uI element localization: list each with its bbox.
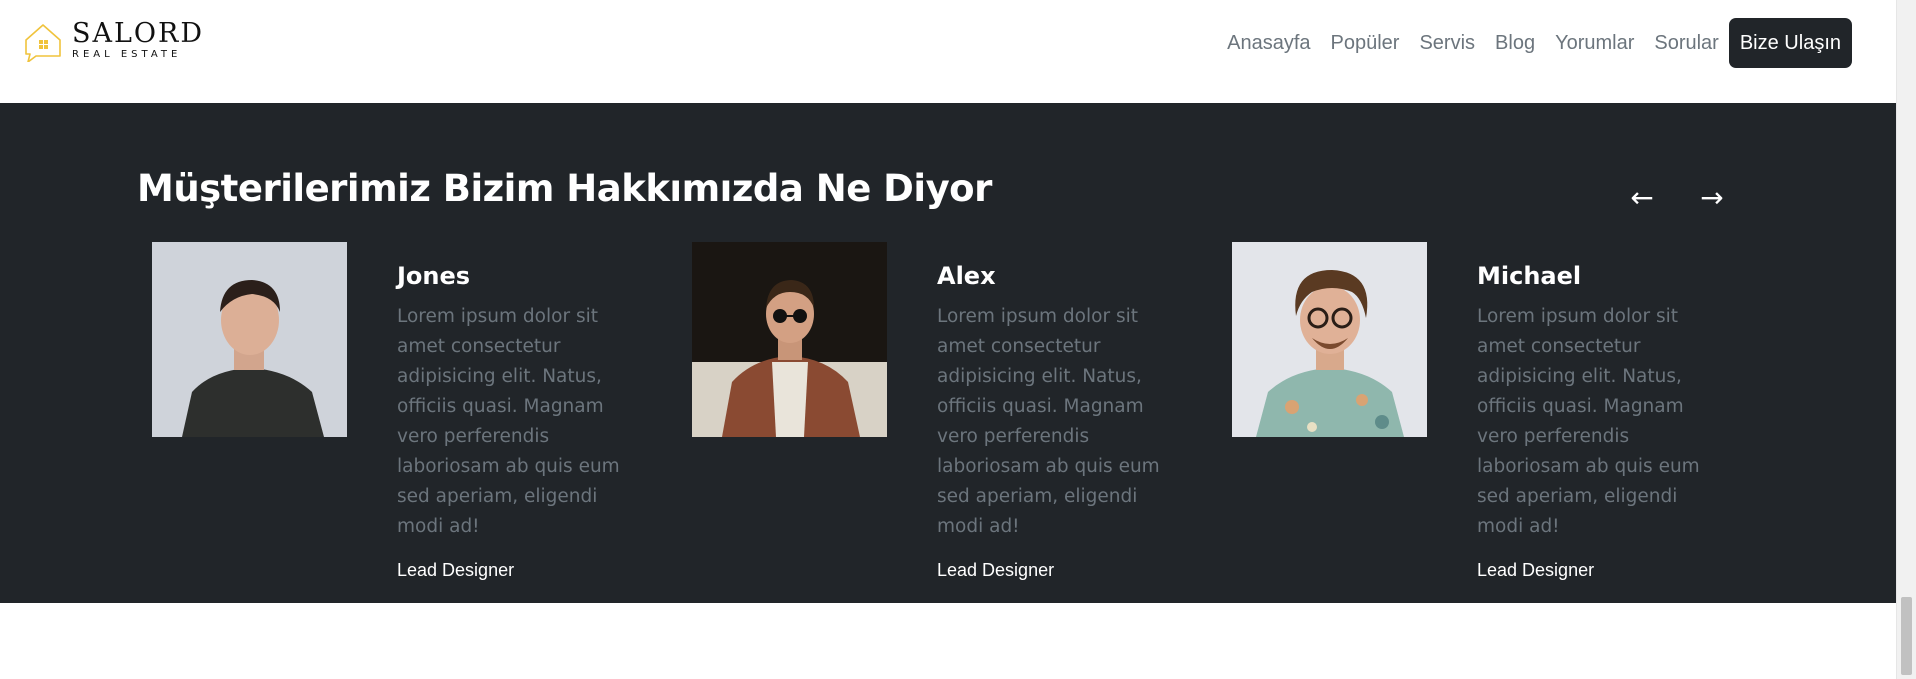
arrow-left-icon[interactable]: ← <box>1622 181 1662 214</box>
main-nav: Anasayfa Popüler Servis Blog Yorumlar So… <box>1227 18 1852 68</box>
testimonial-role: Lead Designer <box>937 560 1055 580</box>
arrow-right-icon[interactable]: → <box>1692 181 1732 214</box>
testimonial-name: Jones <box>397 262 471 290</box>
brand-subtitle: REAL ESTATE <box>72 49 182 60</box>
section-title: Müşterilerimiz Bizim Hakkımızda Ne Diyor <box>137 167 992 210</box>
testimonial-text: Lorem ipsum dolor sit amet consectetur a… <box>1477 306 1700 537</box>
avatar <box>152 242 347 437</box>
carousel-controls: ← → <box>1622 181 1732 214</box>
testimonials-section: Müşterilerimiz Bizim Hakkımızda Ne Diyor… <box>0 103 1896 603</box>
nav-link-blog[interactable]: Blog <box>1495 32 1535 55</box>
house-outline-icon <box>25 24 61 62</box>
nav-link-yorumlar[interactable]: Yorumlar <box>1555 32 1634 55</box>
nav-link-servis[interactable]: Servis <box>1419 32 1475 55</box>
testimonial-text: Lorem ipsum dolor sit amet consectetur a… <box>397 306 620 537</box>
brand-title: SALORD <box>72 18 205 49</box>
testimonial-list: Jones Lorem ipsum dolor sit amet consect… <box>152 242 1772 581</box>
testimonial-text: Lorem ipsum dolor sit amet consectetur a… <box>937 306 1160 537</box>
testimonial-card: Michael Lorem ipsum dolor sit amet conse… <box>1232 242 1772 581</box>
avatar <box>1232 242 1427 437</box>
testimonial-role: Lead Designer <box>397 560 515 580</box>
nav-link-anasayfa[interactable]: Anasayfa <box>1227 32 1310 55</box>
contact-button[interactable]: Bize Ulaşın <box>1728 18 1852 68</box>
nav-link-sorular[interactable]: Sorular <box>1654 32 1718 55</box>
testimonial-name: Alex <box>937 262 996 290</box>
nav-link-populer[interactable]: Popüler <box>1331 32 1400 55</box>
site-header: SALORD REAL ESTATE Anasayfa Popüler Serv… <box>0 0 1896 103</box>
testimonial-card: Jones Lorem ipsum dolor sit amet consect… <box>152 242 692 581</box>
brand-logo[interactable]: SALORD REAL ESTATE <box>22 20 204 62</box>
page-scrollbar[interactable] <box>1896 0 1916 679</box>
testimonial-name: Michael <box>1477 262 1582 290</box>
avatar <box>692 242 887 437</box>
scrollbar-thumb[interactable] <box>1901 597 1912 675</box>
testimonial-role: Lead Designer <box>1477 560 1595 580</box>
testimonial-card: Alex Lorem ipsum dolor sit amet consecte… <box>692 242 1232 581</box>
